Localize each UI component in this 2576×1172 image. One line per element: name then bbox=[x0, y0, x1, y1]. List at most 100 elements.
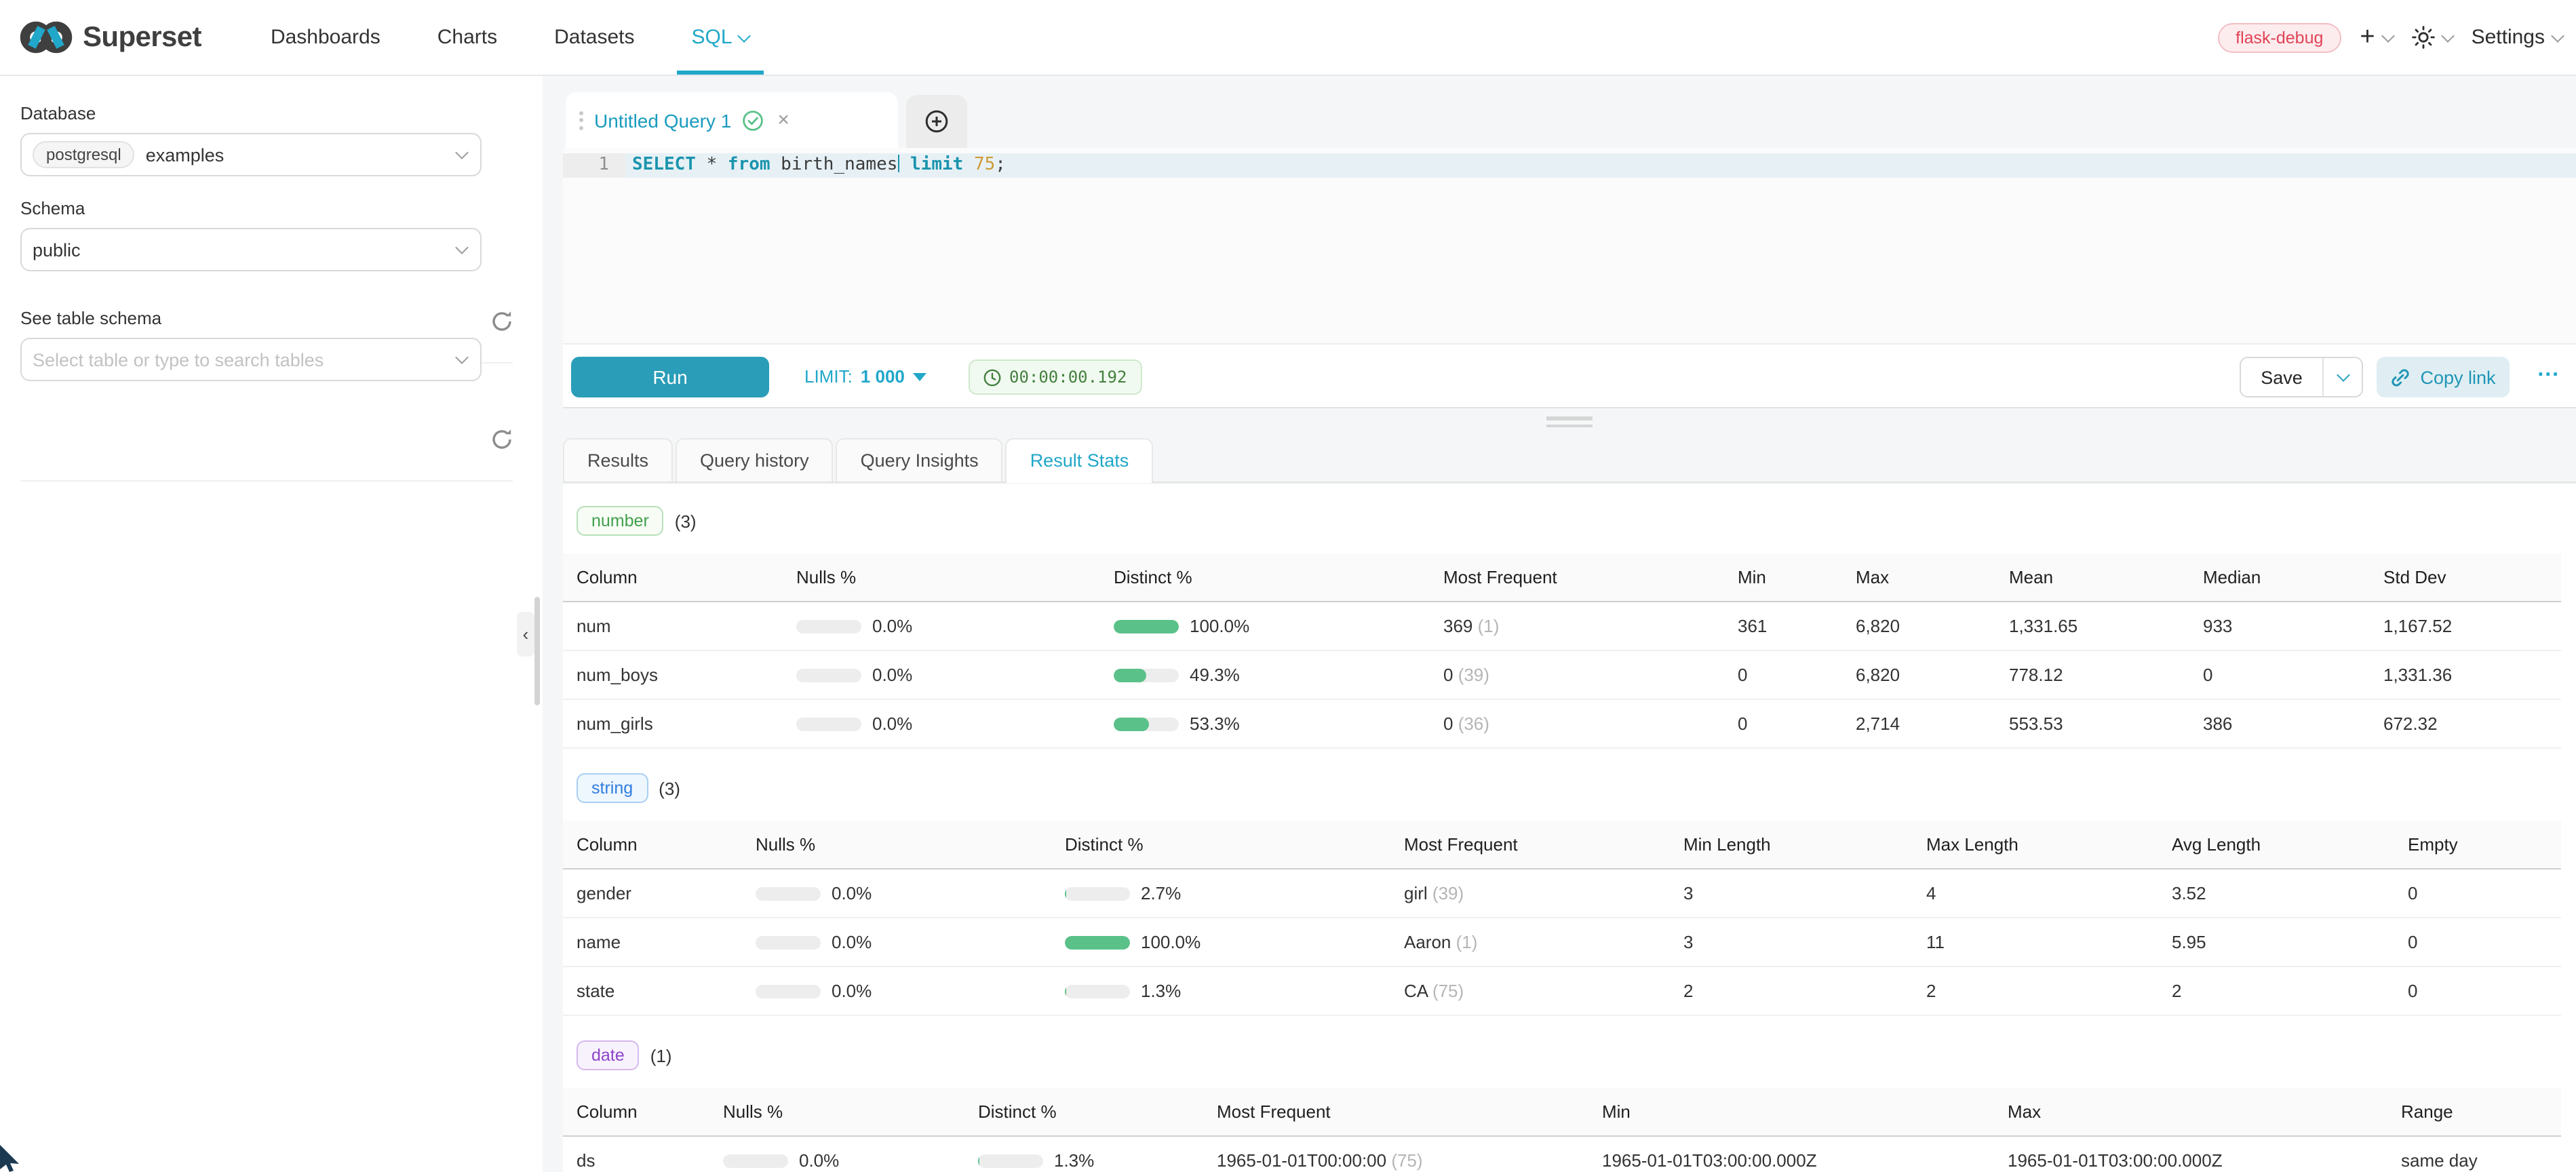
most-frequent-count: (1) bbox=[1456, 932, 1478, 952]
schema-select[interactable]: public bbox=[20, 228, 482, 271]
column-header: Median bbox=[2203, 567, 2383, 587]
date-type-badge: date bbox=[577, 1040, 640, 1070]
distinct-bar bbox=[1065, 886, 1130, 900]
sql-editor[interactable]: 1 SELECT * from birth_names limit 75; bbox=[563, 148, 2576, 343]
column-header: Most Frequent bbox=[1443, 567, 1738, 587]
nulls-percent: 0.0% bbox=[832, 981, 872, 1001]
distinct-bar bbox=[1114, 619, 1179, 633]
settings-label: Settings bbox=[2472, 26, 2545, 49]
distinct-percent: 1.3% bbox=[1054, 1150, 1094, 1171]
save-split-button[interactable]: Save bbox=[2240, 357, 2363, 397]
tab-query-history[interactable]: Query history bbox=[676, 438, 834, 482]
plus-icon: + bbox=[2360, 24, 2375, 50]
new-menu-button[interactable]: + bbox=[2360, 24, 2392, 50]
column-header: Distinct % bbox=[1065, 834, 1404, 855]
schema-value: public bbox=[33, 239, 81, 260]
bar-fill bbox=[1065, 984, 1066, 998]
collapse-sidebar-button[interactable]: ‹ bbox=[517, 612, 534, 657]
more-actions-button[interactable]: ... bbox=[2537, 358, 2560, 383]
stat-value: 5.95 bbox=[2172, 932, 2408, 952]
close-tab-icon[interactable]: × bbox=[777, 109, 789, 132]
most-frequent-value: 0 bbox=[1443, 665, 1458, 685]
chevron-down-icon bbox=[455, 146, 469, 159]
column-name: num_boys bbox=[577, 665, 796, 685]
distinct-percent: 2.7% bbox=[1141, 883, 1181, 903]
section-badge-row: number(3) bbox=[577, 506, 2576, 536]
table-schema-label: See table schema bbox=[20, 308, 543, 328]
tab-query-insights[interactable]: Query Insights bbox=[836, 438, 1003, 482]
column-header: Nulls % bbox=[756, 834, 1065, 855]
superset-logo[interactable]: Superset bbox=[0, 19, 201, 56]
stat-value: 361 bbox=[1738, 616, 1856, 636]
settings-menu[interactable]: Settings bbox=[2472, 26, 2562, 49]
refresh-tables-icon[interactable] bbox=[490, 427, 514, 452]
column-header: Most Frequent bbox=[1404, 834, 1683, 855]
stat-value: 0 bbox=[1738, 665, 1856, 685]
most-frequent-count: (1) bbox=[1478, 616, 1500, 636]
env-badge: flask-debug bbox=[2218, 22, 2341, 52]
save-button[interactable]: Save bbox=[2241, 358, 2322, 396]
nav-item-sql[interactable]: SQL bbox=[663, 0, 777, 75]
stat-value: 2,714 bbox=[1856, 714, 2009, 734]
tab-results[interactable]: Results bbox=[563, 438, 673, 482]
nav-right: flask-debug + Settings bbox=[2218, 22, 2576, 52]
add-query-tab-button[interactable] bbox=[906, 95, 967, 148]
most-frequent-value: girl bbox=[1404, 883, 1432, 903]
table-row: gender0.0%2.7%girl (39)343.520 bbox=[563, 870, 2561, 918]
drag-handle-icon[interactable] bbox=[579, 111, 583, 130]
mouse-cursor bbox=[0, 1142, 24, 1172]
theme-toggle-button[interactable] bbox=[2412, 26, 2453, 49]
plus-circle-icon bbox=[925, 110, 948, 133]
distinct-bar bbox=[1114, 717, 1179, 730]
link-icon bbox=[2390, 367, 2411, 387]
refresh-schema-icon[interactable] bbox=[490, 309, 514, 334]
editor-toolbar: Run LIMIT: 1 000 00:00:00.192 Save bbox=[563, 343, 2576, 408]
nav-item-dashboards[interactable]: Dashboards bbox=[242, 0, 409, 75]
most-frequent-cell: 0 (36) bbox=[1443, 714, 1738, 734]
stats-section-number: number(3)ColumnNulls %Distinct %Most Fre… bbox=[563, 506, 2576, 749]
database-select[interactable]: postgresql examples bbox=[20, 133, 482, 176]
query-tab[interactable]: Untitled Query 1 × bbox=[566, 92, 898, 148]
copy-link-button[interactable]: Copy link bbox=[2377, 357, 2510, 397]
stat-value: 3.52 bbox=[2172, 883, 2408, 903]
stat-value: 6,820 bbox=[1856, 616, 2009, 636]
elapsed-timer-badge: 00:00:00.192 bbox=[969, 359, 1141, 395]
panel-scrollbar-thumb[interactable] bbox=[534, 597, 540, 705]
distinct-bar bbox=[1065, 984, 1130, 998]
stat-value: 2 bbox=[1926, 981, 2172, 1001]
tab-result-stats[interactable]: Result Stats bbox=[1006, 438, 1154, 482]
table-select[interactable]: Select table or type to search tables bbox=[20, 338, 482, 381]
query-tab-strip: Untitled Query 1 × bbox=[563, 92, 2576, 148]
most-frequent-value: 1965-01-01T00:00:00 bbox=[1217, 1150, 1391, 1171]
sql-active-line[interactable]: 1 SELECT * from birth_names limit 75; bbox=[563, 153, 2576, 178]
string-type-badge: string bbox=[577, 773, 648, 803]
nulls-percent-cell: 0.0% bbox=[796, 616, 1114, 636]
nulls-bar bbox=[756, 886, 821, 900]
distinct-percent: 49.3% bbox=[1190, 665, 1240, 685]
most-frequent-count: (75) bbox=[1391, 1150, 1422, 1171]
run-button[interactable]: Run bbox=[571, 357, 769, 397]
chevron-down-icon bbox=[2336, 368, 2349, 382]
nulls-percent: 0.0% bbox=[872, 616, 912, 636]
limit-label: LIMIT: bbox=[804, 366, 853, 387]
results-tab-bar: ResultsQuery historyQuery InsightsResult… bbox=[563, 440, 2576, 483]
pane-resize-handle[interactable] bbox=[1546, 416, 1593, 431]
distinct-bar bbox=[1065, 935, 1130, 949]
limit-dropdown[interactable]: LIMIT: 1 000 bbox=[804, 366, 926, 387]
elapsed-time: 00:00:00.192 bbox=[1009, 368, 1127, 387]
nulls-percent-cell: 0.0% bbox=[756, 883, 1065, 903]
save-options-caret[interactable] bbox=[2322, 358, 2362, 396]
line-number: 1 bbox=[563, 153, 625, 178]
bar-fill bbox=[1065, 886, 1067, 900]
schema-label: Schema bbox=[20, 198, 543, 218]
nav-item-charts[interactable]: Charts bbox=[409, 0, 526, 75]
most-frequent-cell: 0 (39) bbox=[1443, 665, 1738, 685]
sql-code-line[interactable]: SELECT * from birth_names limit 75; bbox=[625, 153, 1006, 178]
stat-value: 1,331.36 bbox=[2383, 665, 2561, 685]
query-tab-title: Untitled Query 1 bbox=[594, 109, 731, 131]
stat-value: 386 bbox=[2203, 714, 2383, 734]
chevron-down-icon bbox=[2381, 28, 2395, 42]
sql-token: ; bbox=[995, 155, 1006, 175]
nav-item-datasets[interactable]: Datasets bbox=[526, 0, 663, 75]
stat-value: 1965-01-01T03:00:00.000Z bbox=[1602, 1150, 2008, 1171]
